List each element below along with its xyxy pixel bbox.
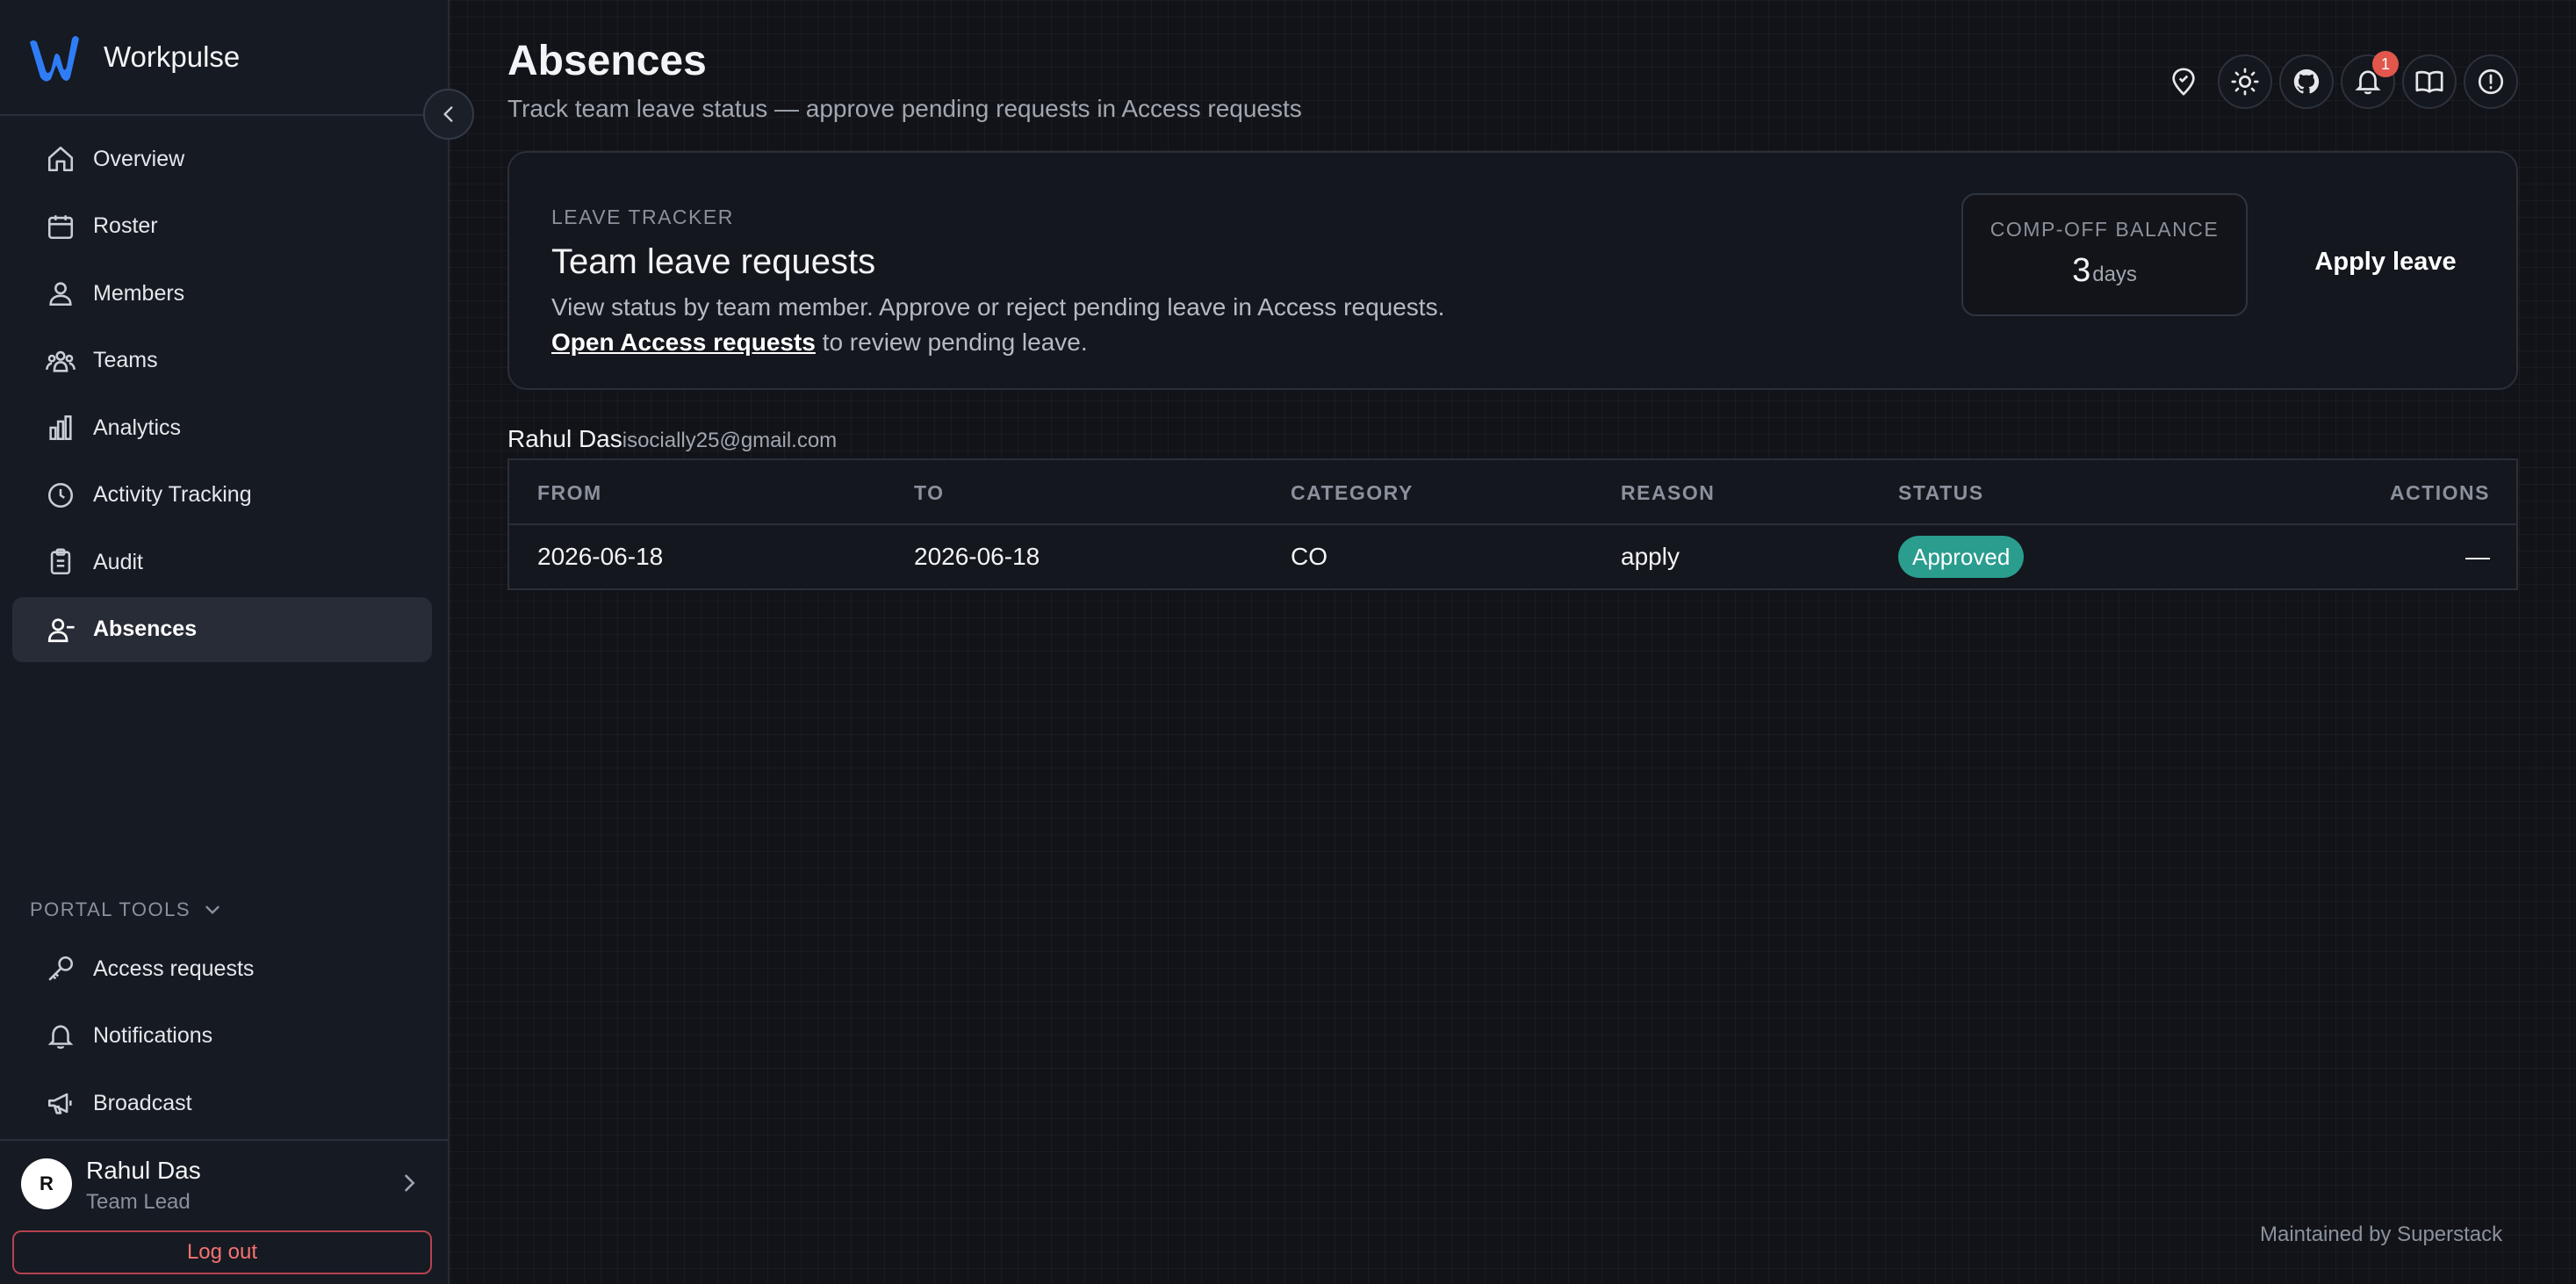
cell-actions: — xyxy=(2465,543,2490,570)
brand[interactable]: Workpulse xyxy=(0,0,448,116)
bell-icon xyxy=(47,1024,74,1049)
notifications-button[interactable]: 1 xyxy=(2341,51,2399,109)
page-title: Absences xyxy=(507,38,707,84)
book-open-icon xyxy=(2415,70,2443,93)
users-icon xyxy=(49,282,72,307)
comp-off-balance: COMP-OFF BALANCE 3days xyxy=(1961,193,2248,316)
sidebar-item-label: Roster xyxy=(93,213,158,238)
sidebar-item-label: Overview xyxy=(93,146,185,171)
megaphone-icon xyxy=(47,1093,72,1114)
app-name: Workpulse xyxy=(104,40,241,73)
chevron-down-icon xyxy=(205,905,219,914)
sidebar-item-absences[interactable]: Absences xyxy=(12,596,432,662)
user-name: Rahul Das xyxy=(86,1157,201,1184)
portal-tools-toggle[interactable]: PORTAL TOOLS xyxy=(30,894,224,926)
table-header: FROM TO CATEGORY REASON STATUS ACTIONS xyxy=(509,460,2516,525)
key-icon xyxy=(48,956,74,981)
calendar-icon xyxy=(47,214,74,239)
sidebar-item-audit[interactable]: Audit xyxy=(12,530,432,595)
sidebar: Workpulse Overview Roster Members Teams … xyxy=(0,0,474,1284)
sidebar-item-teams[interactable]: Teams xyxy=(12,328,432,393)
column-header-to: TO xyxy=(914,481,945,504)
leave-tracker-description: View status by team member. Approve or r… xyxy=(551,293,1445,321)
leave-tracker-link-line: Open Access requests to review pending l… xyxy=(551,328,1088,357)
avatar: R xyxy=(21,1158,72,1209)
status-badge: Approved xyxy=(1898,536,2025,578)
user-role: Team Lead xyxy=(86,1190,191,1214)
alert-circle-icon xyxy=(2478,69,2504,95)
github-icon xyxy=(2293,69,2320,94)
sidebar-item-access-requests[interactable]: Access requests xyxy=(12,936,432,1001)
team-icon xyxy=(46,350,76,372)
member-header: Rahul Das isocially25@gmail.com xyxy=(507,425,837,453)
sidebar-item-label: Broadcast xyxy=(93,1090,192,1115)
sidebar-item-label: Teams xyxy=(93,348,158,372)
chevron-right-icon xyxy=(405,1174,415,1192)
sidebar-item-overview[interactable]: Overview xyxy=(12,126,432,191)
bar-chart-icon xyxy=(49,415,72,441)
map-pin-check-icon xyxy=(2172,68,2195,96)
comp-off-balance-label: COMP-OFF BALANCE xyxy=(1990,218,2220,241)
notification-count-badge: 1 xyxy=(2372,51,2399,77)
leave-tracker-link-suffix: to review pending leave. xyxy=(815,328,1088,356)
sidebar-item-label: Audit xyxy=(93,549,143,574)
cell-from: 2026-06-18 xyxy=(537,543,664,570)
footer-credit: Maintained by Superstack xyxy=(2260,1223,2503,1246)
member-name: Rahul Das xyxy=(507,425,622,452)
sidebar-item-members[interactable]: Members xyxy=(12,261,432,326)
cell-category: CO xyxy=(1291,543,1328,570)
leave-tracker-eyebrow: LEAVE TRACKER xyxy=(551,206,734,228)
sidebar-item-label: Access requests xyxy=(93,956,255,981)
sidebar-item-label: Members xyxy=(93,280,185,306)
page-subtitle: Track team leave status — approve pendin… xyxy=(507,95,1302,122)
column-header-category: CATEGORY xyxy=(1291,481,1414,504)
user-menu[interactable]: R Rahul Das Team Lead Log out xyxy=(0,1139,448,1284)
comp-off-balance-number: 3 xyxy=(2072,252,2091,289)
sidebar-item-label: Analytics xyxy=(93,415,182,440)
apply-leave-button[interactable]: Apply leave xyxy=(2302,237,2469,286)
sidebar-item-notifications[interactable]: Notifications xyxy=(12,1004,432,1069)
sidebar-item-label: Notifications xyxy=(93,1023,213,1048)
sidebar-item-broadcast[interactable]: Broadcast xyxy=(12,1071,432,1136)
column-header-reason: REASON xyxy=(1621,481,1716,504)
clock-icon xyxy=(47,482,74,508)
leave-table: FROM TO CATEGORY REASON STATUS ACTIONS 2… xyxy=(507,458,2518,590)
open-access-requests-link[interactable]: Open Access requests xyxy=(551,328,816,356)
sidebar-item-label: Activity Tracking xyxy=(93,482,252,507)
theme-toggle-button[interactable] xyxy=(2218,54,2272,109)
leave-tracker-card: LEAVE TRACKER Team leave requests View s… xyxy=(507,151,2518,390)
column-header-actions: ACTIONS xyxy=(2390,481,2490,504)
cell-to: 2026-06-18 xyxy=(914,543,1040,570)
collapse-sidebar-button[interactable] xyxy=(423,89,474,140)
logout-button[interactable]: Log out xyxy=(12,1230,432,1274)
chevron-left-icon xyxy=(443,106,453,122)
user-minus-icon xyxy=(47,617,75,642)
location-button[interactable] xyxy=(2156,54,2211,109)
leave-tracker-heading: Team leave requests xyxy=(551,242,876,281)
portal-tools-nav: Access requests Notifications Broadcast xyxy=(12,936,432,1138)
sidebar-item-analytics[interactable]: Analytics xyxy=(12,395,432,460)
sidebar-item-label: Absences xyxy=(93,617,198,641)
table-row: 2026-06-18 2026-06-18 CO apply Approved … xyxy=(509,527,2516,590)
workpulse-logo-icon xyxy=(30,36,79,82)
sun-icon xyxy=(2231,68,2259,96)
portal-tools-heading: PORTAL TOOLS xyxy=(30,898,191,920)
sidebar-item-roster[interactable]: Roster xyxy=(12,194,432,259)
column-header-from: FROM xyxy=(537,481,602,504)
docs-button[interactable] xyxy=(2402,54,2457,109)
github-button[interactable] xyxy=(2279,54,2334,109)
comp-off-balance-value: 3days xyxy=(1963,252,2246,290)
clipboard-icon xyxy=(50,548,71,575)
column-header-status: STATUS xyxy=(1898,481,1984,504)
main-nav: Overview Roster Members Teams Analytics … xyxy=(12,126,432,664)
cell-reason: apply xyxy=(1621,543,1680,570)
comp-off-balance-unit: days xyxy=(2092,263,2137,286)
info-button[interactable] xyxy=(2464,54,2518,109)
home-icon xyxy=(47,146,74,172)
sidebar-item-activity-tracking[interactable]: Activity Tracking xyxy=(12,463,432,528)
member-email: isocially25@gmail.com xyxy=(622,429,838,452)
header-toolbar: 1 xyxy=(2156,51,2525,109)
